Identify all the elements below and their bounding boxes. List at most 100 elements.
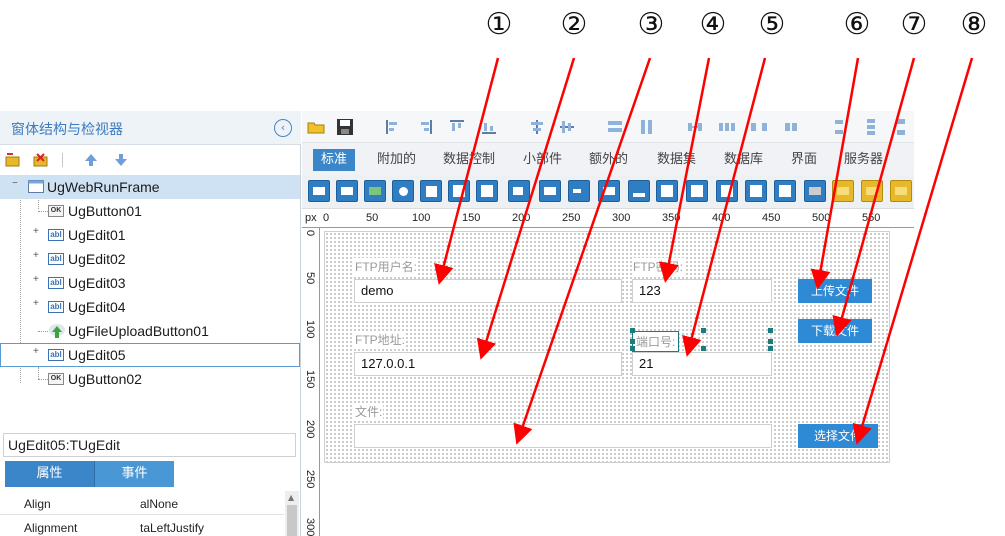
- selection-handle[interactable]: [630, 328, 635, 333]
- align-bottom-icon[interactable]: [480, 118, 498, 136]
- selection-handle[interactable]: [701, 328, 706, 333]
- selection-handle[interactable]: [630, 346, 635, 351]
- space-h-equal-icon[interactable]: [718, 118, 736, 136]
- align-top-icon[interactable]: [448, 118, 466, 136]
- tree-item-ugfileuploadbutton01[interactable]: UgFileUploadButton01: [0, 319, 300, 343]
- open-folder-icon[interactable]: [307, 118, 325, 136]
- palette-grid-icon[interactable]: [686, 180, 708, 202]
- tab-interface[interactable]: 界面: [791, 149, 817, 171]
- selection-handle[interactable]: [768, 346, 773, 351]
- property-row-align[interactable]: Align alNone: [0, 491, 284, 515]
- tree-item-ugedit03[interactable]: + abl UgEdit03: [0, 271, 300, 295]
- space-v-equal-icon[interactable]: [862, 118, 880, 136]
- move-up-icon[interactable]: [82, 152, 100, 168]
- selection-handle[interactable]: [768, 339, 773, 344]
- palette-checkbox-icon[interactable]: [420, 180, 442, 202]
- selection-handle[interactable]: [768, 328, 773, 333]
- align-right-icon[interactable]: [416, 118, 434, 136]
- tab-standard[interactable]: 标准: [313, 149, 356, 171]
- palette-page-icon[interactable]: [716, 180, 738, 202]
- collapse-icon[interactable]: −: [12, 179, 21, 189]
- scroll-up-icon[interactable]: ▲: [288, 493, 294, 502]
- palette-frame-icon[interactable]: [308, 180, 330, 202]
- palette-shape-icon[interactable]: [804, 180, 826, 202]
- tab-additional[interactable]: 附加的: [377, 149, 416, 171]
- file-input[interactable]: [354, 424, 772, 448]
- design-canvas[interactable]: FTP用户名: demo FTP密码: 123 上传文件 下载文件 FTP地址:…: [324, 231, 890, 463]
- delete-node-icon[interactable]: [32, 152, 50, 168]
- upload-icon: [49, 324, 65, 338]
- tree-item-ugedit01[interactable]: + abl UgEdit01: [0, 223, 300, 247]
- palette-progress-icon[interactable]: [628, 180, 650, 202]
- ftp-user-input[interactable]: demo: [354, 279, 622, 303]
- align-center-h-icon[interactable]: [528, 118, 546, 136]
- tab-widgets[interactable]: 小部件: [523, 149, 562, 171]
- tree-item-ugedit05[interactable]: + abl UgEdit05: [0, 343, 300, 367]
- space-v-icon[interactable]: [830, 118, 848, 136]
- palette-radio-icon[interactable]: [392, 180, 414, 202]
- expand-icon[interactable]: +: [33, 275, 42, 285]
- frame-icon: [28, 180, 44, 193]
- palette-groupbox-icon[interactable]: [890, 180, 912, 202]
- space-h-inc-icon[interactable]: [750, 118, 768, 136]
- expand-icon[interactable]: +: [33, 347, 42, 357]
- ruler-vertical: 0 50 100 150 200 250 300: [302, 228, 320, 536]
- port-input[interactable]: 21: [632, 352, 772, 376]
- expand-icon[interactable]: +: [33, 227, 42, 237]
- align-left-icon[interactable]: [384, 118, 402, 136]
- palette-combobox-icon[interactable]: [476, 180, 498, 202]
- ftp-password-input[interactable]: 123: [632, 279, 772, 303]
- add-node-icon[interactable]: [4, 152, 22, 168]
- expand-icon[interactable]: +: [33, 251, 42, 261]
- palette-spinedit-icon[interactable]: [598, 180, 620, 202]
- expand-icon[interactable]: +: [33, 299, 42, 309]
- palette-tabs-icon[interactable]: [745, 180, 767, 202]
- download-file-button[interactable]: 下载文件: [798, 319, 872, 343]
- palette-panel-icon[interactable]: [364, 180, 386, 202]
- same-height-icon[interactable]: [638, 118, 656, 136]
- collapse-icon[interactable]: ‹: [274, 119, 292, 137]
- tree-item-label: UgEdit03: [68, 275, 126, 291]
- tree-item-ugedit04[interactable]: + abl UgEdit04: [0, 295, 300, 319]
- ruler-tick: 300: [304, 518, 316, 536]
- property-row-alignment[interactable]: Alignment taLeftJustify: [0, 515, 284, 536]
- tree-item-ugedit02[interactable]: + abl UgEdit02: [0, 247, 300, 271]
- tab-data-controls[interactable]: 数据控制: [443, 149, 495, 171]
- ftp-address-input[interactable]: 127.0.0.1: [354, 352, 622, 376]
- tab-events[interactable]: 事件: [94, 461, 174, 487]
- tree-item-ugbutton01[interactable]: OK UgButton01: [0, 199, 300, 223]
- tab-extra[interactable]: 额外的: [589, 149, 628, 171]
- tree-item-ugwebrunframe[interactable]: − UgWebRunFrame: [0, 175, 300, 199]
- palette-listbox-icon[interactable]: [448, 180, 470, 202]
- property-value[interactable]: alNone: [140, 497, 178, 511]
- space-v-inc-icon[interactable]: [892, 118, 910, 136]
- tab-server[interactable]: 服务器: [844, 149, 883, 171]
- palette-folder-icon[interactable]: [832, 180, 854, 202]
- port-label[interactable]: 端口号:: [632, 331, 680, 352]
- palette-container-icon[interactable]: [861, 180, 883, 202]
- upload-file-button[interactable]: 上传文件: [798, 279, 872, 303]
- property-scrollbar[interactable]: ▲: [285, 491, 299, 536]
- selection-handle[interactable]: [701, 346, 706, 351]
- palette-image-icon[interactable]: [774, 180, 796, 202]
- palette-button-icon[interactable]: [336, 180, 358, 202]
- selection-handle[interactable]: [630, 339, 635, 344]
- align-center-v-icon[interactable]: [558, 118, 576, 136]
- space-h-dec-icon[interactable]: [782, 118, 800, 136]
- choose-file-button[interactable]: 选择文件: [798, 424, 878, 448]
- tree-item-ugbutton02[interactable]: OK UgButton02: [0, 367, 300, 391]
- palette-list-icon[interactable]: [656, 180, 678, 202]
- edit-icon: abl: [48, 229, 64, 241]
- space-h-icon[interactable]: [686, 118, 704, 136]
- property-value[interactable]: taLeftJustify: [140, 521, 204, 535]
- palette-memo-icon[interactable]: [568, 180, 590, 202]
- scrollbar-thumb[interactable]: [287, 505, 297, 536]
- tab-database[interactable]: 数据库: [724, 149, 763, 171]
- tab-properties[interactable]: 属性: [5, 461, 94, 487]
- palette-label-icon[interactable]: [508, 180, 530, 202]
- tab-datasets[interactable]: 数据集: [657, 149, 696, 171]
- palette-edit-icon[interactable]: [539, 180, 561, 202]
- save-icon[interactable]: [336, 118, 354, 136]
- same-width-icon[interactable]: [606, 118, 624, 136]
- move-down-icon[interactable]: [112, 152, 130, 168]
